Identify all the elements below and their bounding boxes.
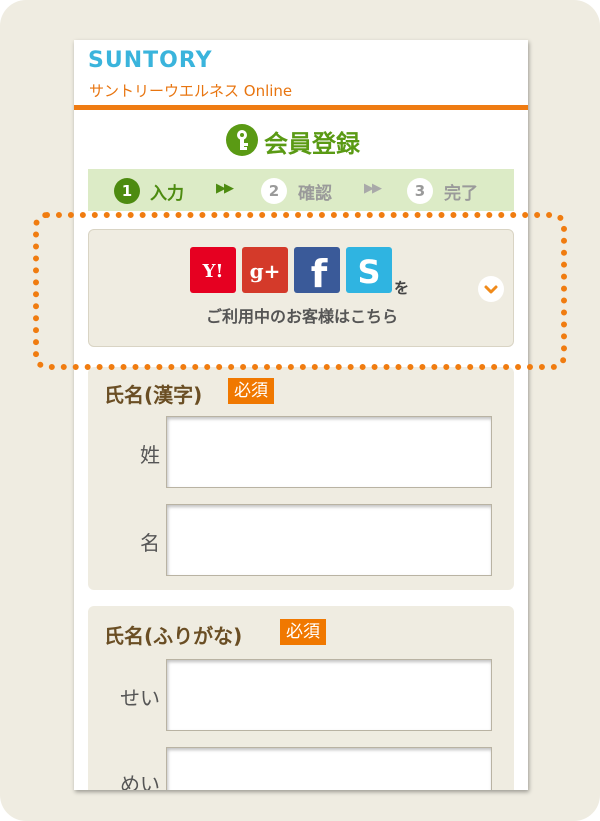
step-indicator: 1 入力 ▶▶ 2 確認 ▶▶ 3 完了 <box>88 169 514 211</box>
phone-screen: SUNTORY サントリーウエルネス Online 会員登録 1 入力 ▶▶ 2… <box>74 40 528 790</box>
name-kana-section: 氏名(ふりがな) 必須 せい めい <box>88 606 514 790</box>
first-name-input[interactable] <box>166 504 492 576</box>
name-kanji-label: 氏名(漢字) <box>104 383 203 407</box>
required-badge: 必須 <box>280 619 326 645</box>
step-1-label: 入力 <box>150 184 184 204</box>
step-1-number: 1 <box>114 178 140 204</box>
required-badge: 必須 <box>228 378 274 404</box>
key-icon <box>226 124 258 156</box>
step-arrow-icon: ▶▶ <box>216 181 234 196</box>
step-3-label: 完了 <box>444 184 478 204</box>
name-kana-label: 氏名(ふりがな) <box>104 624 243 648</box>
first-name-kana-input[interactable] <box>166 747 492 790</box>
site-subtitle: サントリーウエルネス Online <box>89 82 293 100</box>
step-arrow-icon: ▶▶ <box>364 181 382 196</box>
page-title: 会員登録 <box>264 130 360 158</box>
step-2-number: 2 <box>261 178 287 204</box>
highlight-frame <box>33 212 567 370</box>
site-header: SUNTORY サントリーウエルネス Online <box>74 40 528 110</box>
name-kanji-section: 氏名(漢字) 必須 姓 名 <box>88 367 514 590</box>
first-name-label: 名 <box>140 531 160 555</box>
header-divider <box>74 105 528 110</box>
last-name-kana-label: せい <box>120 686 160 710</box>
last-name-input[interactable] <box>166 416 492 488</box>
step-3-number: 3 <box>407 178 433 204</box>
title-row: 会員登録 <box>74 120 528 160</box>
last-name-kana-input[interactable] <box>166 659 492 731</box>
last-name-label: 姓 <box>140 443 160 467</box>
first-name-kana-label: めい <box>120 772 160 790</box>
suntory-logo[interactable]: SUNTORY <box>88 48 213 73</box>
step-2-label: 確認 <box>298 184 332 204</box>
